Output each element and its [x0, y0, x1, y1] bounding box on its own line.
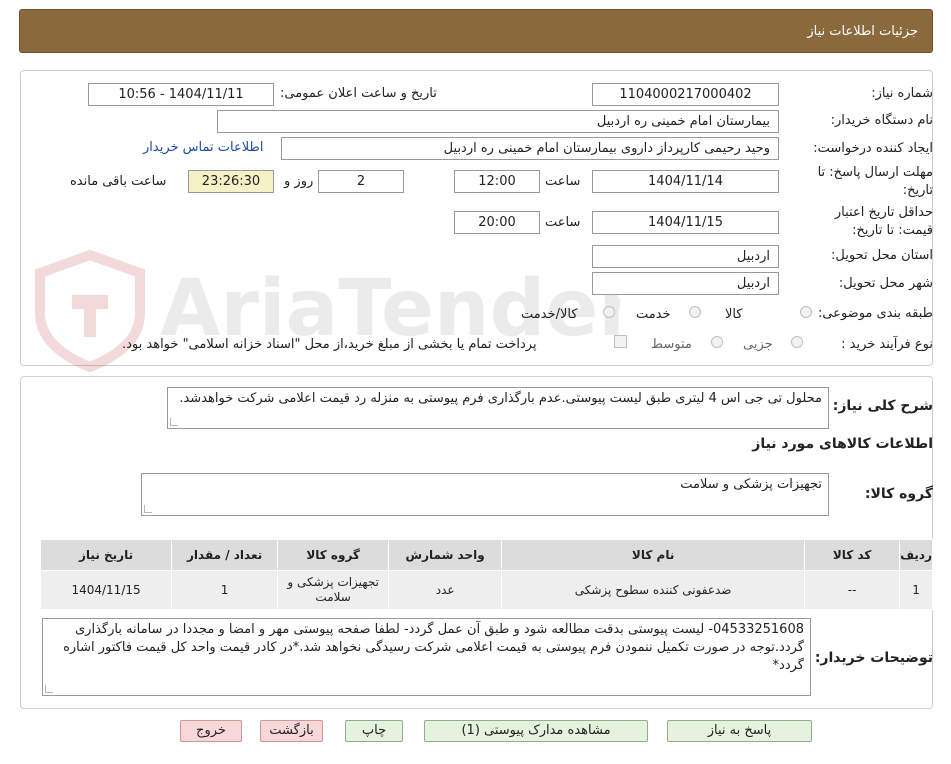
- announce-label: تاریخ و ساعت اعلان عمومی:: [280, 86, 437, 101]
- goods-info-title: اطلاعات کالاهای مورد نیاز: [752, 436, 933, 452]
- page-title: جزئیات اطلاعات نیاز: [807, 24, 918, 39]
- resize-grip-icon[interactable]: [144, 505, 152, 513]
- remaining-time-field: 23:26:30: [188, 170, 274, 193]
- reply-time-field: 12:00: [454, 170, 540, 193]
- validity-label-2: قیمت: تا تاریخ:: [852, 223, 933, 238]
- payment-note: پرداخت تمام یا بخشی از مبلغ خرید،از محل …: [122, 337, 537, 352]
- back-button[interactable]: بازگشت: [260, 720, 323, 742]
- cell-unit: عدد: [388, 570, 503, 610]
- cell-date: 1404/11/15: [39, 570, 173, 610]
- buyer-contact-link[interactable]: اطلاعات تماس خریدار: [143, 140, 263, 155]
- col-header-name: نام کالا: [501, 539, 806, 571]
- payment-checkbox[interactable]: [614, 335, 627, 348]
- goods-group-textarea[interactable]: تجهیزات پزشکی و سلامت: [141, 473, 829, 516]
- province-label: استان محل تحویل:: [831, 248, 933, 263]
- process-radio-medium[interactable]: [711, 336, 723, 348]
- category-label: طبقه بندی موضوعی:: [817, 306, 933, 321]
- reply-deadline-label-2: تاریخ:: [902, 183, 933, 198]
- cell-name: ضدعفونی کننده سطوح پزشکی: [501, 570, 806, 610]
- table-row: 1 -- ضدعفونی کننده سطوح پزشکی عدد تجهیزا…: [39, 570, 933, 610]
- resize-grip-icon[interactable]: [45, 685, 53, 693]
- reply-button[interactable]: پاسخ به نیاز: [667, 720, 812, 742]
- col-header-quantity: تعداد / مقدار: [171, 539, 279, 571]
- cell-code: --: [804, 570, 901, 610]
- table-header-row: ردیف کد کالا نام کالا واحد شمارش گروه کا…: [39, 539, 933, 571]
- print-button[interactable]: چاپ: [345, 720, 403, 742]
- exit-button[interactable]: خروج: [180, 720, 242, 742]
- summary-textarea[interactable]: محلول تی جی اس 4 لیتری طبق لیست پیوستی.ع…: [167, 387, 829, 429]
- items-table: ردیف کد کالا نام کالا واحد شمارش گروه کا…: [39, 539, 933, 610]
- creator-field: وحید رحیمی کارپرداز داروی بیمارستان امام…: [281, 137, 779, 160]
- cell-row-no: 1: [899, 570, 933, 610]
- process-option-minor: جزیی: [743, 337, 773, 352]
- category-radio-goods[interactable]: [800, 306, 812, 318]
- validity-time-field: 20:00: [454, 211, 540, 234]
- summary-label: شرح کلی نیاز:: [832, 398, 933, 414]
- buyer-notes-label: توضیحات خریدار:: [814, 650, 933, 666]
- summary-text: محلول تی جی اس 4 لیتری طبق لیست پیوستی.ع…: [179, 391, 822, 406]
- province-field: اردبیل: [592, 245, 779, 268]
- remaining-label: ساعت باقی مانده: [70, 174, 167, 189]
- process-option-medium: متوسط: [651, 337, 692, 352]
- goods-group-text: تجهیزات پزشکی و سلامت: [680, 477, 822, 492]
- days-field: 2: [318, 170, 404, 193]
- view-attachments-button[interactable]: مشاهده مدارک پیوستی (1): [424, 720, 648, 742]
- validity-time-label: ساعت: [545, 215, 581, 230]
- days-label: روز و: [284, 174, 314, 189]
- reply-time-label: ساعت: [545, 174, 581, 189]
- city-label: شهر محل تحویل:: [838, 276, 933, 291]
- cell-quantity: 1: [171, 570, 279, 610]
- cell-group: تجهیزات پزشکی و سلامت: [277, 570, 390, 610]
- validity-label: حداقل تاریخ اعتبار: [834, 205, 933, 220]
- need-number-field: 1104000217000402: [592, 83, 779, 106]
- category-radio-goods-service[interactable]: [603, 306, 615, 318]
- announce-field: 1404/11/11 - 10:56: [88, 83, 274, 106]
- category-radio-service[interactable]: [689, 306, 701, 318]
- reply-date-field: 1404/11/14: [592, 170, 779, 193]
- need-number-label: شماره نیاز:: [871, 86, 933, 101]
- col-header-date: تاریخ نیاز: [39, 539, 173, 571]
- category-option-goods: کالا: [725, 307, 743, 322]
- col-header-group: گروه کالا: [277, 539, 390, 571]
- buyer-org-label: نام دستگاه خریدار:: [830, 113, 933, 128]
- validity-date-field: 1404/11/15: [592, 211, 779, 234]
- col-header-code: کد کالا: [804, 539, 901, 571]
- creator-label: ایجاد کننده درخواست:: [813, 141, 933, 156]
- col-header-row-no: ردیف: [899, 539, 933, 571]
- page-header: جزئیات اطلاعات نیاز: [19, 9, 933, 53]
- buyer-notes-textarea[interactable]: 04533251608- لیست پیوستی بدقت مطالعه شود…: [42, 618, 811, 696]
- city-field: اردبیل: [592, 272, 779, 295]
- process-radio-minor[interactable]: [791, 336, 803, 348]
- col-header-unit: واحد شمارش: [388, 539, 503, 571]
- process-label: نوع فرآیند خرید :: [841, 337, 933, 352]
- category-option-goods-service: کالا/خدمت: [521, 307, 578, 322]
- buyer-org-field: بیمارستان امام خمینی ره اردبیل: [217, 110, 779, 133]
- resize-grip-icon[interactable]: [170, 418, 178, 426]
- category-option-service: خدمت: [636, 307, 671, 322]
- buyer-notes-text: 04533251608- لیست پیوستی بدقت مطالعه شود…: [63, 622, 804, 673]
- reply-deadline-label: مهلت ارسال پاسخ: تا: [817, 165, 933, 180]
- goods-group-label: گروه کالا:: [864, 486, 933, 502]
